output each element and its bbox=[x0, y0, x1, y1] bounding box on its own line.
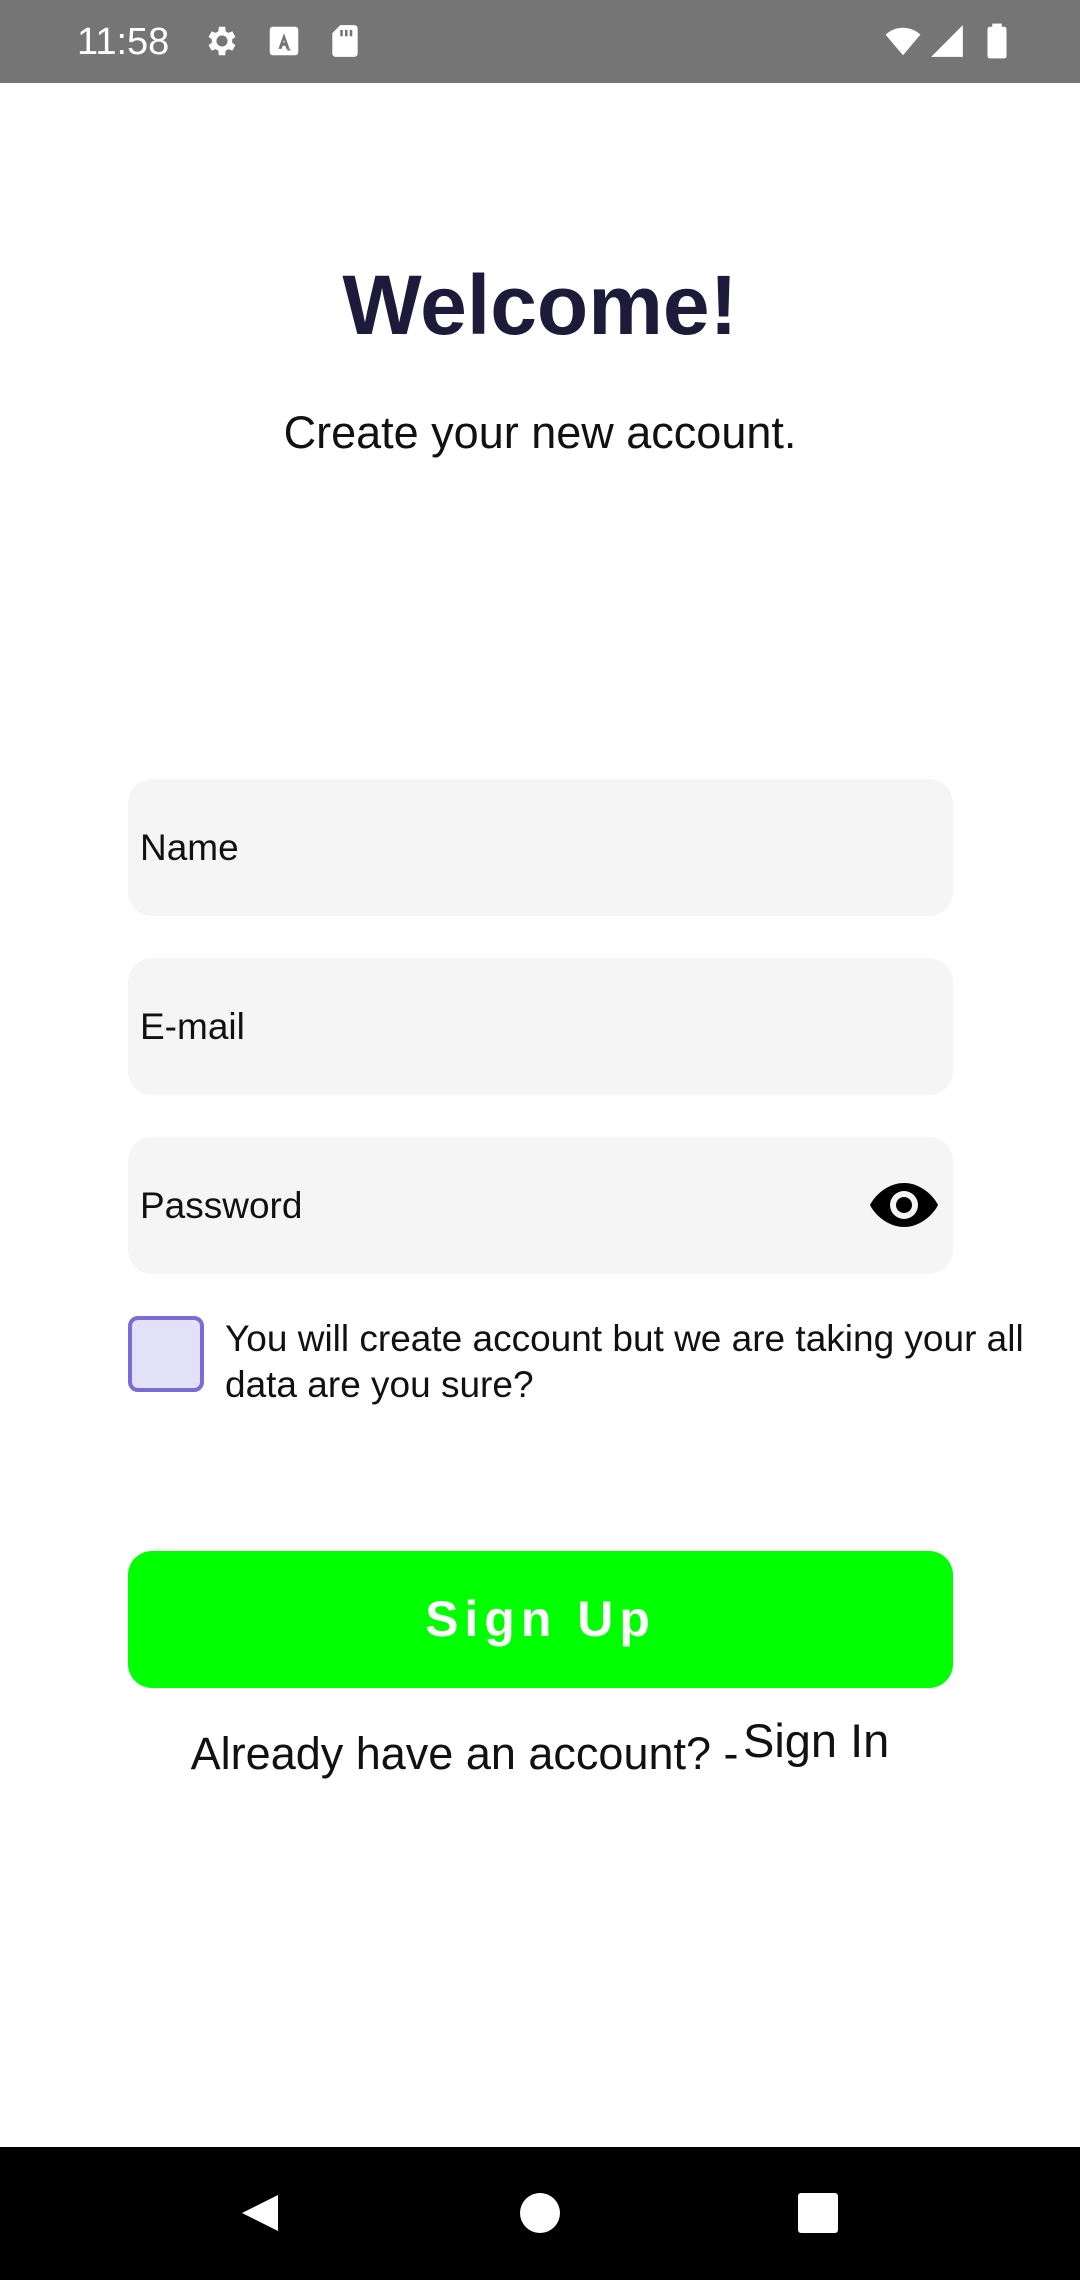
page-title: Welcome! bbox=[342, 258, 738, 352]
status-bar: 11:58 bbox=[0, 0, 1080, 83]
recents-icon bbox=[798, 2193, 838, 2233]
wifi-icon bbox=[882, 22, 924, 60]
back-icon bbox=[242, 2195, 278, 2231]
keyboard-a-icon bbox=[265, 22, 303, 60]
sign-in-link[interactable]: Sign In bbox=[743, 1714, 889, 1767]
email-input[interactable] bbox=[140, 958, 900, 1095]
password-field[interactable] bbox=[128, 1137, 953, 1274]
recents-button[interactable] bbox=[758, 2147, 878, 2280]
signup-screen: 11:58 Welcome! Create your new account. bbox=[0, 0, 1080, 2280]
battery-icon bbox=[978, 22, 1016, 60]
page-subtitle: Create your new account. bbox=[283, 407, 797, 458]
sign-up-button[interactable]: Sign Up bbox=[128, 1551, 953, 1688]
gear-icon bbox=[203, 22, 241, 60]
email-field[interactable] bbox=[128, 958, 953, 1095]
sign-in-row: Already have an account? - Sign In bbox=[0, 1714, 1080, 1780]
sd-card-icon bbox=[326, 22, 364, 60]
back-button[interactable] bbox=[200, 2147, 320, 2280]
name-field[interactable] bbox=[128, 779, 953, 916]
consent-text: You will create account but we are takin… bbox=[225, 1318, 1024, 1405]
password-input[interactable] bbox=[140, 1137, 900, 1274]
eye-icon[interactable] bbox=[869, 1177, 939, 1233]
home-button[interactable] bbox=[480, 2147, 600, 2280]
status-time: 11:58 bbox=[77, 21, 170, 63]
sign-in-prompt: Already have an account? - bbox=[190, 1728, 739, 1779]
home-icon bbox=[520, 2193, 560, 2233]
name-input[interactable] bbox=[140, 779, 900, 916]
consent-checkbox[interactable] bbox=[128, 1316, 204, 1392]
signal-icon bbox=[928, 22, 966, 60]
navigation-bar bbox=[0, 2147, 1080, 2280]
